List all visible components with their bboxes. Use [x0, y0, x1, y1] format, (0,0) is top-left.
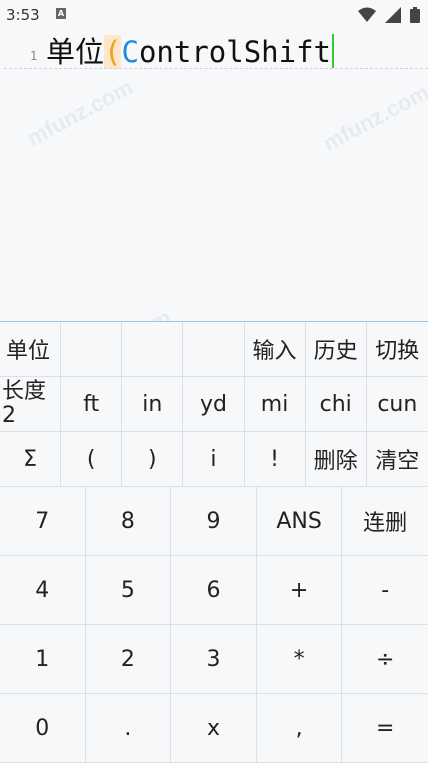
digit-9-key[interactable]: 9 — [171, 487, 257, 556]
sigma-key[interactable]: Σ — [0, 432, 62, 487]
line-number: 1 — [30, 49, 38, 63]
unit-ft-key[interactable]: ft — [61, 377, 123, 432]
digit-3-key[interactable]: 3 — [171, 625, 257, 694]
decimal-point-key[interactable]: . — [85, 694, 172, 763]
digit-5-key[interactable]: 5 — [85, 556, 172, 625]
delete-key[interactable]: 删除 — [305, 432, 367, 487]
signal-icon — [385, 7, 402, 23]
keypad-row-1: 7 8 9 ANS 连删 — [0, 487, 428, 556]
switch-tab[interactable]: 切换 — [366, 322, 428, 377]
unit-yd-key[interactable]: yd — [183, 377, 245, 432]
text-cursor — [332, 34, 335, 68]
unit-chi-key[interactable]: chi — [305, 377, 367, 432]
clear-key[interactable]: 清空 — [366, 432, 428, 487]
function-key-empty[interactable] — [183, 322, 245, 377]
close-paren-key[interactable]: ) — [122, 432, 184, 487]
divide-key[interactable]: ÷ — [342, 625, 428, 694]
variable-x-key[interactable]: x — [171, 694, 257, 763]
expr-rest-text: ontrolShift — [138, 35, 332, 69]
digit-7-key[interactable]: 7 — [0, 487, 86, 556]
function-key-empty[interactable] — [61, 322, 123, 377]
keypad-row-3: 1 2 3 * ÷ — [0, 625, 428, 694]
digit-1-key[interactable]: 1 — [0, 625, 86, 694]
input-tab[interactable]: 输入 — [244, 322, 306, 377]
digit-2-key[interactable]: 2 — [85, 625, 172, 694]
imaginary-key[interactable]: i — [183, 432, 245, 487]
status-time: 3:53 — [6, 6, 40, 24]
status-icons — [354, 7, 420, 23]
continuous-delete-key[interactable]: 连删 — [342, 487, 428, 556]
minus-key[interactable]: - — [342, 556, 428, 625]
digit-8-key[interactable]: 8 — [85, 487, 172, 556]
history-tab[interactable]: 历史 — [305, 322, 367, 377]
battery-icon — [410, 7, 420, 23]
comma-key[interactable]: , — [256, 694, 343, 763]
plus-key[interactable]: + — [256, 556, 343, 625]
expression-editor[interactable]: 1 单位(ControlShift — [0, 30, 428, 320]
unit-mi-key[interactable]: mi — [244, 377, 306, 432]
factorial-key[interactable]: ! — [244, 432, 306, 487]
ans-key[interactable]: ANS — [256, 487, 343, 556]
status-bar: 3:53 A — [0, 0, 428, 30]
unit-tab[interactable]: 单位 — [0, 322, 62, 377]
digit-6-key[interactable]: 6 — [171, 556, 257, 625]
expr-unit-text: 单位 — [46, 35, 105, 69]
function-key-empty[interactable] — [122, 322, 184, 377]
expression-line[interactable]: 单位(ControlShift — [46, 34, 335, 70]
open-paren-key[interactable]: ( — [61, 432, 123, 487]
expr-first-char: C — [121, 35, 139, 69]
function-row-1: 单位 输入 历史 切换 — [0, 322, 428, 377]
keypad-row-4: 0 . x , = — [0, 694, 428, 763]
expr-open-paren: ( — [104, 35, 122, 69]
equals-key[interactable]: = — [342, 694, 428, 763]
length-category-key[interactable]: 长度 2 — [0, 377, 62, 432]
function-row-3: Σ ( ) i ! 删除 清空 — [0, 432, 428, 487]
unit-cun-key[interactable]: cun — [366, 377, 428, 432]
length-label: 长度 — [2, 379, 47, 404]
unit-in-key[interactable]: in — [122, 377, 184, 432]
keypad-row-2: 4 5 6 + - — [0, 556, 428, 625]
wifi-icon — [358, 7, 377, 22]
keyboard-panel: 单位 输入 历史 切换 长度 2 ft in yd mi chi cun Σ ( … — [0, 321, 428, 763]
function-row-2: 长度 2 ft in yd mi chi cun — [0, 377, 428, 432]
line-divider — [4, 68, 428, 69]
digit-4-key[interactable]: 4 — [0, 556, 86, 625]
digit-0-key[interactable]: 0 — [0, 694, 86, 763]
notification-a-icon: A — [56, 8, 66, 19]
length-page: 2 — [2, 403, 16, 428]
multiply-key[interactable]: * — [256, 625, 343, 694]
